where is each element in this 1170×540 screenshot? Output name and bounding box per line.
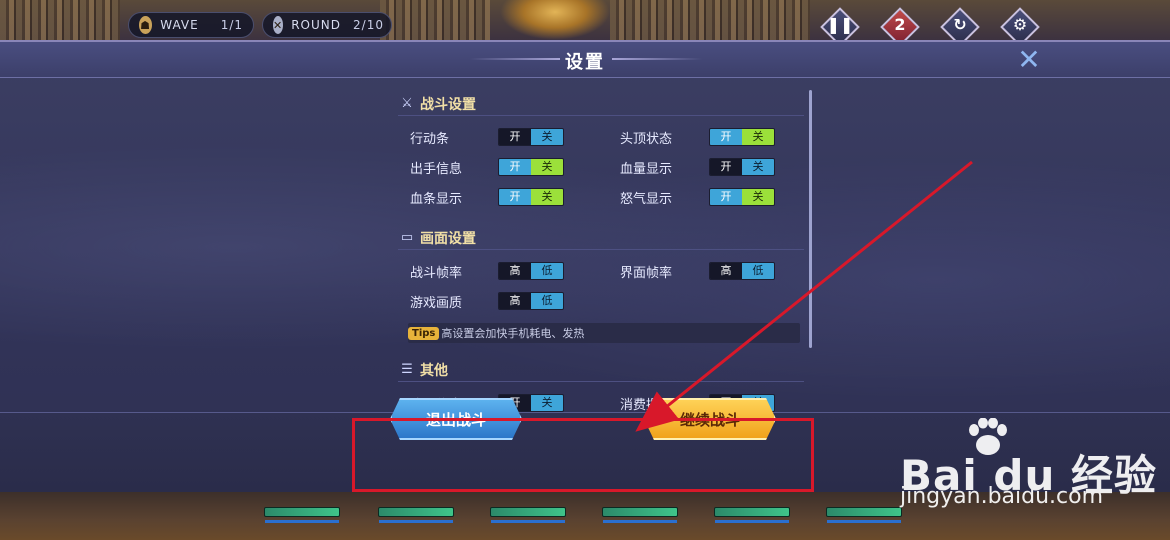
watermark-url: jingyan.baidu.com xyxy=(900,484,1104,509)
